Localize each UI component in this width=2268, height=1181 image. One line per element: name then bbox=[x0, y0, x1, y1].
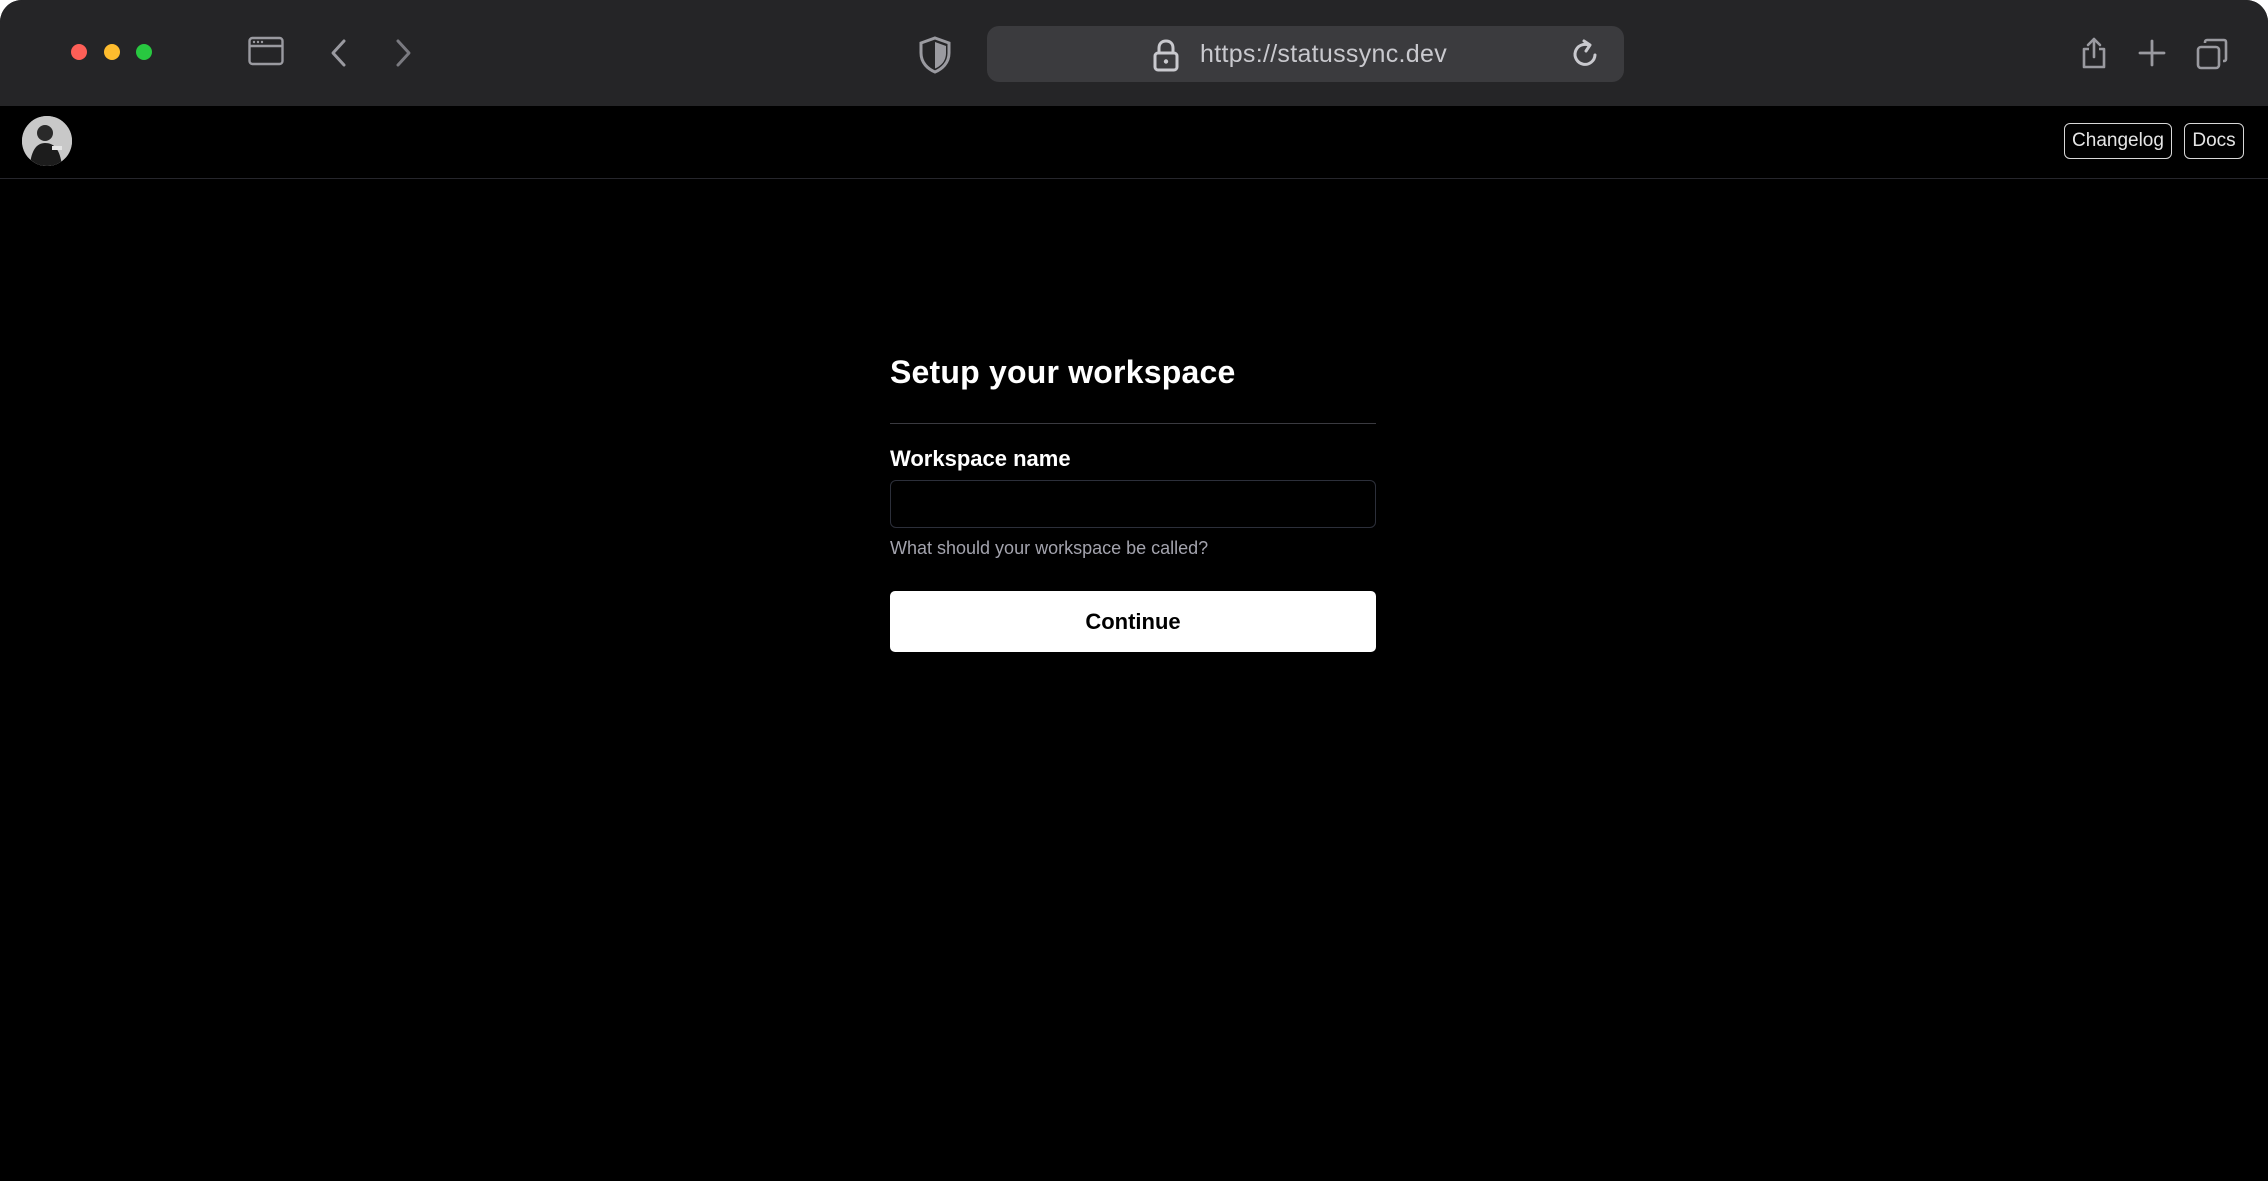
changelog-button[interactable]: Changelog bbox=[2064, 123, 2172, 159]
reload-icon[interactable] bbox=[1570, 38, 1600, 70]
workspace-name-input[interactable] bbox=[890, 480, 1376, 528]
close-window-button[interactable] bbox=[71, 44, 87, 60]
forward-chevron-icon[interactable] bbox=[393, 38, 413, 68]
site-header: Changelog Docs bbox=[0, 106, 2268, 179]
lock-icon bbox=[1152, 38, 1180, 72]
address-bar[interactable]: https://statussync.dev bbox=[987, 26, 1624, 82]
browser-toolbar: https://statussync.dev bbox=[0, 0, 2268, 106]
sidebar-icon[interactable] bbox=[248, 36, 284, 66]
shield-icon[interactable] bbox=[918, 36, 952, 74]
user-avatar[interactable] bbox=[22, 116, 72, 166]
new-tab-icon[interactable] bbox=[2138, 39, 2166, 67]
workspace-name-hint: What should your workspace be called? bbox=[890, 538, 1209, 558]
maximize-window-button[interactable] bbox=[136, 44, 152, 60]
workspace-name-label: Workspace name bbox=[890, 446, 1071, 471]
title-divider bbox=[890, 423, 1376, 424]
continue-button[interactable]: Continue bbox=[890, 591, 1376, 652]
page-title: Setup your workspace bbox=[890, 354, 1236, 390]
tabs-overview-icon[interactable] bbox=[2196, 38, 2228, 70]
back-chevron-icon[interactable] bbox=[329, 38, 349, 68]
browser-window: https://statussync.dev Changelog Docs Se… bbox=[0, 0, 2268, 1181]
share-icon[interactable] bbox=[2080, 36, 2108, 70]
minimize-window-button[interactable] bbox=[104, 44, 120, 60]
docs-button[interactable]: Docs bbox=[2184, 123, 2244, 159]
url-text[interactable]: https://statussync.dev bbox=[1200, 26, 1447, 82]
